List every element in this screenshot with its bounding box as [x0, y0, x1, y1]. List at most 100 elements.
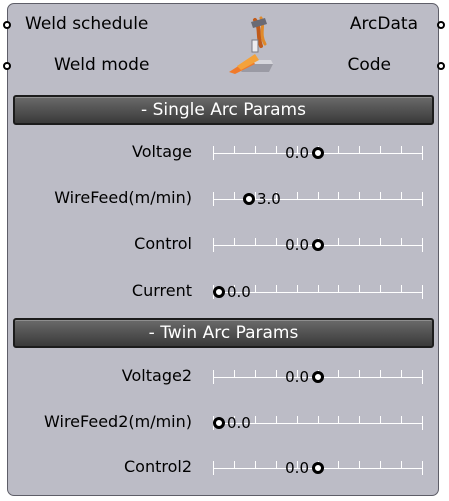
- slider-value: 0.0: [227, 283, 251, 301]
- input-port-weld-mode[interactable]: [3, 62, 11, 70]
- slider-tick: [422, 461, 423, 475]
- slider-tick: [213, 146, 214, 160]
- slider-tick: [318, 192, 319, 200]
- section-header-single-arc[interactable]: - Single Arc Params: [13, 95, 434, 125]
- slider-tick: [338, 370, 339, 378]
- slider-tick: [338, 285, 339, 293]
- slider-control2[interactable]: 0.0: [213, 459, 423, 477]
- slider-tick: [213, 192, 214, 206]
- slider-wirefeed[interactable]: 3.0: [213, 190, 423, 208]
- slider-tick: [359, 192, 360, 200]
- slider-tick: [380, 370, 381, 378]
- slider-tick: [338, 238, 339, 246]
- slider-tick: [318, 285, 319, 293]
- slider-current[interactable]: 0.0: [213, 283, 423, 301]
- input-label-weld-schedule: Weld schedule: [25, 14, 149, 34]
- slider-tick: [213, 370, 214, 384]
- slider-tick: [401, 416, 402, 424]
- slider-tick: [234, 238, 235, 246]
- slider-tick: [422, 146, 423, 160]
- slider-tick: [297, 192, 298, 200]
- output-port-arcdata[interactable]: [437, 21, 445, 29]
- slider-knob[interactable]: [312, 147, 324, 159]
- slider-tick: [359, 370, 360, 378]
- slider-tick: [422, 285, 423, 299]
- slider-tick: [359, 238, 360, 246]
- slider-tick: [338, 146, 339, 154]
- slider-tick: [401, 285, 402, 293]
- slider-tick: [422, 192, 423, 206]
- slider-tick: [255, 416, 256, 424]
- slider-knob[interactable]: [213, 417, 225, 429]
- slider-tick: [276, 370, 277, 378]
- input-port-weld-schedule[interactable]: [3, 21, 11, 29]
- slider-tick: [255, 192, 256, 200]
- slider-tick: [234, 461, 235, 469]
- slider-tick: [297, 285, 298, 293]
- slider-label-voltage2: Voltage2: [121, 366, 192, 385]
- slider-tick: [380, 461, 381, 469]
- slider-tick: [359, 146, 360, 154]
- slider-tick: [255, 370, 256, 378]
- slider-tick: [401, 370, 402, 378]
- slider-tick: [380, 285, 381, 293]
- slider-tick: [213, 238, 214, 252]
- output-label-arcdata: ArcData: [349, 14, 418, 34]
- slider-value: 0.0: [285, 144, 309, 162]
- slider-tick: [380, 238, 381, 246]
- slider-tick: [380, 416, 381, 424]
- slider-control[interactable]: 0.0: [213, 236, 423, 254]
- slider-tick: [359, 285, 360, 293]
- slider-tick: [234, 146, 235, 154]
- slider-tick: [380, 146, 381, 154]
- slider-tick: [213, 461, 214, 475]
- slider-tick: [255, 238, 256, 246]
- slider-voltage[interactable]: 0.0: [213, 144, 423, 162]
- slider-tick: [401, 238, 402, 246]
- slider-knob[interactable]: [312, 462, 324, 474]
- slider-wirefeed2[interactable]: 0.0: [213, 414, 423, 432]
- slider-knob[interactable]: [243, 193, 255, 205]
- slider-tick: [359, 416, 360, 424]
- slider-voltage2[interactable]: 0.0: [213, 368, 423, 386]
- slider-tick: [255, 461, 256, 469]
- slider-value: 0.0: [285, 236, 309, 254]
- slider-tick: [276, 146, 277, 154]
- slider-value: 0.0: [285, 368, 309, 386]
- slider-tick: [338, 192, 339, 200]
- section-header-twin-arc[interactable]: - Twin Arc Params: [13, 318, 434, 348]
- slider-tick: [276, 285, 277, 293]
- slider-label-wirefeed2: WireFeed2(m/min): [44, 412, 192, 431]
- slider-label-wirefeed: WireFeed(m/min): [54, 188, 192, 207]
- slider-tick: [422, 370, 423, 384]
- slider-tick: [422, 238, 423, 252]
- slider-tick: [380, 192, 381, 200]
- welding-torch-icon: [229, 16, 273, 74]
- slider-tick: [422, 416, 423, 430]
- slider-tick: [318, 416, 319, 424]
- output-port-code[interactable]: [437, 62, 445, 70]
- slider-tick: [338, 416, 339, 424]
- slider-tick: [255, 285, 256, 293]
- output-label-code: Code: [347, 55, 391, 75]
- slider-tick: [276, 238, 277, 246]
- slider-tick: [401, 192, 402, 200]
- slider-value: 3.0: [257, 190, 281, 208]
- slider-tick: [338, 461, 339, 469]
- slider-tick: [255, 146, 256, 154]
- slider-label-current: Current: [131, 281, 192, 300]
- slider-tick: [276, 461, 277, 469]
- slider-tick: [234, 370, 235, 378]
- slider-knob[interactable]: [312, 239, 324, 251]
- slider-label-control: Control: [134, 234, 192, 253]
- slider-tick: [401, 146, 402, 154]
- slider-tick: [234, 192, 235, 200]
- slider-tick: [401, 461, 402, 469]
- slider-tick: [359, 461, 360, 469]
- input-label-weld-mode: Weld mode: [54, 55, 150, 75]
- slider-value: 0.0: [227, 414, 251, 432]
- slider-knob[interactable]: [213, 286, 225, 298]
- section-title-twin-arc: - Twin Arc Params: [148, 323, 299, 343]
- slider-label-voltage: Voltage: [131, 142, 192, 161]
- slider-knob[interactable]: [312, 371, 324, 383]
